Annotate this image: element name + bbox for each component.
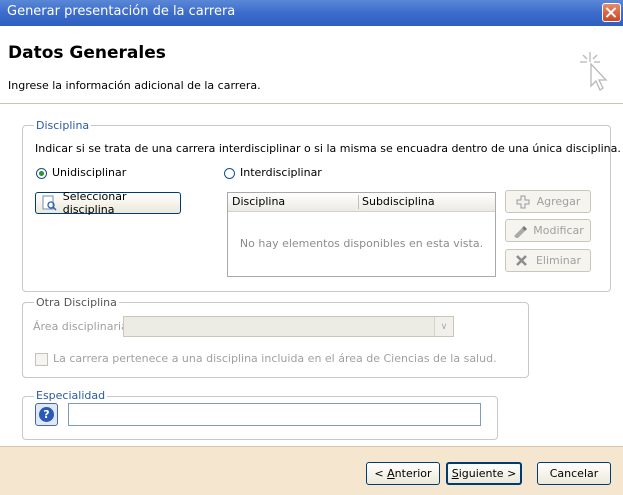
back-button[interactable]: < Anterior: [366, 462, 440, 485]
ciencias-salud-label: La carrera pertenece a una disciplina in…: [53, 352, 497, 365]
back-accesskey: A: [387, 467, 395, 480]
area-disciplinaria-combo[interactable]: ∨: [123, 316, 454, 337]
delete-label: Eliminar: [535, 254, 582, 267]
delete-button[interactable]: Eliminar: [505, 249, 591, 272]
close-button[interactable]: [602, 3, 621, 22]
especialidad-input[interactable]: [68, 403, 481, 426]
window-title: Generar presentación de la carrera: [7, 4, 236, 19]
wizard-header: [0, 26, 623, 104]
delete-x-icon: [516, 255, 527, 266]
interdisciplinar-label[interactable]: Interdisciplinar: [240, 166, 322, 179]
grid-empty-text: No hay elementos disponibles en esta vis…: [239, 237, 484, 250]
grid-col-disciplina[interactable]: Disciplina: [232, 195, 285, 208]
ciencias-salud-checkbox[interactable]: [35, 353, 48, 366]
next-button[interactable]: Siguiente >: [446, 462, 522, 485]
unidisciplinar-radio[interactable]: [36, 168, 47, 179]
cancel-button[interactable]: Cancelar: [537, 462, 611, 485]
area-disciplinaria-label: Área disciplinaria: [33, 320, 128, 333]
document-search-icon: [42, 195, 57, 211]
cancel-label: Cancelar: [549, 467, 599, 480]
next-rest: iguiente >: [458, 467, 517, 480]
help-button[interactable]: ?: [35, 403, 58, 426]
unidisciplinar-label[interactable]: Unidisciplinar: [52, 166, 126, 179]
edit-label: Modificar: [533, 224, 584, 237]
page-subtitle: Ingrese la información adicional de la c…: [8, 79, 261, 92]
select-disciplina-label: Seleccionar disciplina: [62, 190, 127, 216]
back-rest: nterior: [394, 467, 432, 480]
plus-icon: [516, 195, 530, 208]
add-label: Agregar: [536, 195, 581, 208]
especialidad-legend: Especialidad: [34, 389, 108, 402]
interdisciplinar-radio[interactable]: [224, 168, 235, 179]
otra-disciplina-group: [22, 302, 529, 378]
next-accesskey: S: [451, 467, 459, 480]
add-button[interactable]: Agregar: [505, 190, 591, 213]
wizard-cursor-icon: [580, 52, 608, 91]
select-disciplina-button[interactable]: Seleccionar disciplina: [35, 190, 181, 216]
otra-disciplina-legend: Otra Disciplina: [34, 296, 119, 309]
grid-header: Disciplina Subdisciplina: [228, 193, 495, 212]
disciplina-instruction: Indicar si se trata de una carrera inter…: [35, 142, 621, 155]
pencil-icon: [514, 225, 528, 238]
disciplina-legend: Disciplina: [34, 119, 92, 132]
title-bar: Generar presentación de la carrera: [0, 0, 623, 26]
back-prefix: <: [374, 467, 388, 480]
edit-button[interactable]: Modificar: [505, 219, 591, 242]
grid-col-subdisciplina[interactable]: Subdisciplina: [362, 195, 435, 208]
page-title: Datos Generales: [8, 43, 166, 63]
disciplina-grid[interactable]: Disciplina Subdisciplina No hay elemento…: [227, 192, 496, 277]
chevron-down-icon[interactable]: ∨: [434, 317, 453, 336]
question-icon: ?: [39, 407, 54, 422]
wizard-footer: [0, 446, 623, 495]
